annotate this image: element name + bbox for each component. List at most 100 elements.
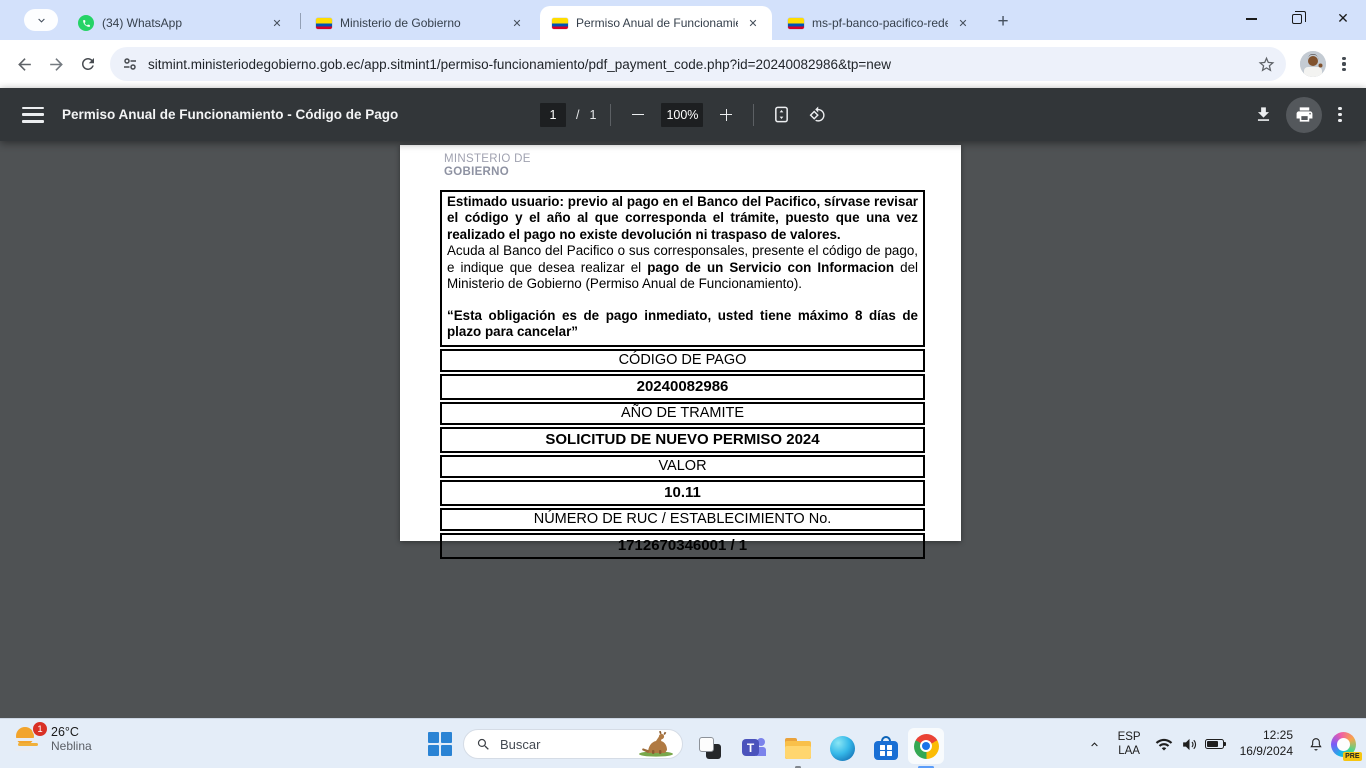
- tab-strip: (34) WhatsApp ✕ Ministerio de Gobierno ✕…: [0, 0, 1366, 40]
- table-row-value: 20240082986: [440, 374, 925, 400]
- table-row-label: NÚMERO DE RUC / ESTABLECIMIENTO No.: [440, 508, 925, 531]
- fit-page-icon: [773, 106, 790, 123]
- tab-whatsapp[interactable]: (34) WhatsApp ✕: [66, 6, 296, 40]
- page-total: 1: [589, 108, 596, 122]
- taskbar-edge-button[interactable]: [824, 730, 860, 766]
- address-bar[interactable]: sitmint.ministeriodegobierno.gob.ec/app.…: [110, 47, 1286, 81]
- clock-widget[interactable]: 12:25 16/9/2024: [1240, 728, 1293, 759]
- wifi-button[interactable]: [1151, 737, 1177, 752]
- notice-paragraph-2: Acuda al Banco del Pacifico o sus corres…: [447, 243, 918, 292]
- window-close-button[interactable]: ✕: [1320, 0, 1366, 38]
- language-indicator[interactable]: ESP LAA: [1118, 730, 1141, 759]
- tab-permiso-active[interactable]: Permiso Anual de Funcionamie ✕: [540, 6, 772, 40]
- language-line2: LAA: [1118, 744, 1141, 758]
- browser-menu-button[interactable]: [1332, 52, 1356, 76]
- tab-banco-pacifico[interactable]: ms-pf-banco-pacifico-redes-tbl ✕: [776, 6, 982, 40]
- pdf-menu-button[interactable]: [22, 107, 44, 123]
- tab-ministerio[interactable]: Ministerio de Gobierno ✕: [304, 6, 536, 40]
- weather-temp: 26°C: [51, 725, 92, 739]
- bookmark-star-icon[interactable]: [1257, 55, 1276, 74]
- language-line1: ESP: [1118, 730, 1141, 744]
- rotate-button[interactable]: [804, 102, 830, 128]
- tab-close-icon[interactable]: ✕: [744, 14, 762, 32]
- tab-close-icon[interactable]: ✕: [954, 14, 972, 32]
- volume-button[interactable]: [1177, 736, 1203, 753]
- wifi-icon: [1155, 737, 1173, 752]
- zoom-out-button[interactable]: [625, 102, 651, 128]
- tab-search-button[interactable]: [24, 9, 58, 31]
- back-arrow-icon: [15, 55, 34, 74]
- download-button[interactable]: [1246, 98, 1280, 132]
- print-button[interactable]: [1286, 97, 1322, 133]
- ministry-logo: MINSTERIO DE GOBIERNO: [444, 153, 531, 179]
- close-icon: ✕: [1337, 11, 1349, 27]
- reload-button[interactable]: [72, 48, 104, 80]
- reload-icon: [79, 55, 97, 73]
- site-settings-icon: [122, 56, 138, 72]
- task-view-icon: [699, 737, 721, 759]
- taskbar: 1 26°C Neblina Buscar: [0, 718, 1366, 768]
- taskbar-file-explorer-button[interactable]: [780, 730, 816, 766]
- url-text[interactable]: sitmint.ministeriodegobierno.gob.ec/app.…: [148, 57, 1257, 72]
- window-minimize-button[interactable]: [1228, 0, 1274, 38]
- system-tray: ESP LAA 12:25 16/9/2024 PRE: [1082, 719, 1366, 768]
- taskbar-task-view-button[interactable]: [692, 730, 728, 766]
- battery-button[interactable]: [1203, 739, 1226, 749]
- copilot-pre-badge: PRE: [1343, 752, 1362, 761]
- window-restore-button[interactable]: [1274, 0, 1320, 38]
- volume-icon: [1181, 736, 1198, 753]
- notification-bell-icon: [1308, 736, 1324, 752]
- file-explorer-icon: [785, 738, 811, 759]
- start-button[interactable]: [428, 732, 452, 756]
- document-content: Estimado usuario: previo al pago en el B…: [440, 190, 925, 559]
- zoom-level[interactable]: 100%: [661, 103, 703, 127]
- weather-icon: 1: [10, 723, 44, 755]
- notice2-bold: pago de un Servicio con Informacion: [647, 260, 894, 275]
- chrome-icon: [914, 734, 939, 759]
- search-icon: [476, 737, 491, 752]
- ecuador-flag-icon: [316, 15, 332, 31]
- zoom-in-icon: [720, 109, 732, 121]
- weather-desc: Neblina: [51, 739, 92, 753]
- weather-badge: 1: [32, 721, 48, 737]
- logo-line2: GOBIERNO: [444, 166, 531, 179]
- pdf-more-button[interactable]: [1328, 103, 1352, 127]
- table-row-value: 1712670346001 / 1: [440, 533, 925, 559]
- tray-date: 16/9/2024: [1240, 744, 1293, 760]
- forward-button[interactable]: [40, 48, 72, 80]
- page-divider: /: [576, 108, 579, 122]
- table-row-value: SOLICITUD DE NUEVO PERMISO 2024: [440, 427, 925, 453]
- rotate-ccw-icon: [809, 106, 826, 123]
- avatar-image: [1300, 51, 1326, 77]
- pdf-page: MINSTERIO DE GOBIERNO Estimado usuario: …: [400, 145, 961, 541]
- taskbar-chrome-button[interactable]: [908, 728, 944, 764]
- pdf-toolbar: Permiso Anual de Funcionamiento - Código…: [0, 88, 1366, 141]
- fit-page-button[interactable]: [768, 102, 794, 128]
- browser-toolbar: sitmint.ministeriodegobierno.gob.ec/app.…: [0, 40, 1366, 88]
- back-button[interactable]: [8, 48, 40, 80]
- page-number-input[interactable]: 1: [540, 103, 566, 127]
- minimize-icon: [1246, 18, 1257, 19]
- tab-close-icon[interactable]: ✕: [508, 14, 526, 32]
- pdf-viewer[interactable]: MINSTERIO DE GOBIERNO Estimado usuario: …: [0, 141, 1366, 718]
- taskbar-teams-button[interactable]: T: [736, 730, 772, 766]
- weather-widget[interactable]: 1 26°C Neblina: [10, 723, 92, 755]
- zoom-in-button[interactable]: [713, 102, 739, 128]
- table-row-label: AÑO DE TRAMITE: [440, 402, 925, 425]
- pdf-title: Permiso Anual de Funcionamiento - Código…: [62, 107, 398, 122]
- search-placeholder: Buscar: [500, 737, 634, 752]
- taskbar-search[interactable]: Buscar: [463, 729, 683, 759]
- new-tab-button[interactable]: +: [990, 9, 1016, 35]
- table-row-label: CÓDIGO DE PAGO: [440, 349, 925, 372]
- copilot-button[interactable]: PRE: [1331, 732, 1356, 757]
- ecuador-flag-icon: [788, 15, 804, 31]
- tray-overflow-button[interactable]: [1082, 738, 1108, 751]
- tab-close-icon[interactable]: ✕: [268, 14, 286, 32]
- download-icon: [1254, 105, 1273, 124]
- taskbar-store-button[interactable]: [868, 730, 904, 766]
- notification-button[interactable]: [1303, 736, 1329, 752]
- restore-icon: [1292, 14, 1302, 24]
- ecuador-flag-icon: [552, 15, 568, 31]
- profile-avatar[interactable]: [1300, 51, 1326, 77]
- battery-icon: [1205, 739, 1224, 749]
